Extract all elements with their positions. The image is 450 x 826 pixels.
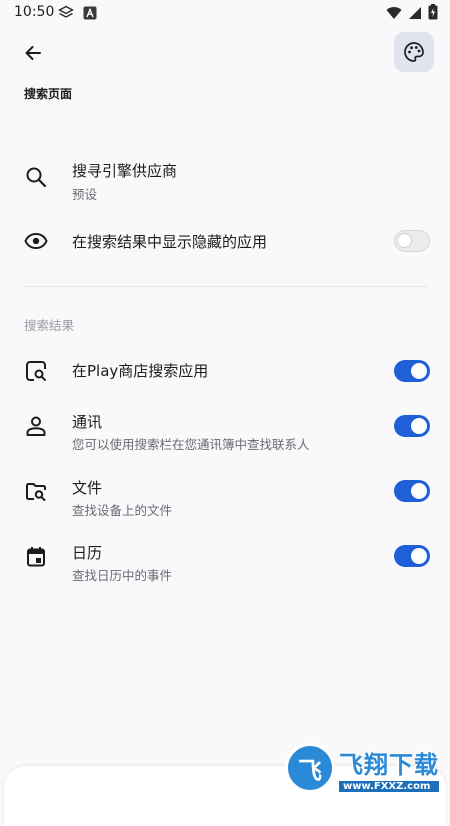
play-search-icon <box>24 359 48 383</box>
wifi-icon <box>386 5 402 24</box>
section-label-search-results: 搜索结果 <box>24 318 75 333</box>
switch-knob <box>411 418 427 434</box>
files-row[interactable]: 文件 查找设备上的文件 <box>0 470 450 522</box>
watermark-text: 飞翔下载 www.FXXZ.com <box>339 745 439 792</box>
signal-icon <box>408 5 422 24</box>
watermark-title: 飞翔下载 <box>339 750 439 779</box>
calendar-icon <box>24 545 48 569</box>
play-store-search-switch[interactable] <box>394 360 430 382</box>
switch-knob <box>411 363 427 379</box>
watermark-url: www.FXXZ.com <box>339 780 439 792</box>
contacts-title: 通讯 <box>72 413 103 431</box>
play-store-search-row[interactable]: 在Play商店搜索应用 <box>0 350 450 392</box>
battery-icon <box>428 4 438 24</box>
calendar-row[interactable]: 日历 查找日历中的事件 <box>0 535 450 587</box>
files-switch[interactable] <box>394 480 430 502</box>
switch-knob <box>411 483 427 499</box>
switch-knob <box>411 548 427 564</box>
palette-icon <box>404 42 424 62</box>
calendar-subtitle: 查找日历中的事件 <box>72 568 173 583</box>
files-title: 文件 <box>72 479 103 497</box>
show-hidden-apps-switch[interactable] <box>394 230 430 252</box>
status-bar: 10:50 <box>0 0 450 26</box>
play-store-search-title: 在Play商店搜索应用 <box>72 362 209 380</box>
files-subtitle: 查找设备上的文件 <box>72 503 173 518</box>
show-hidden-apps-title: 在搜索结果中显示隐藏的应用 <box>72 233 268 251</box>
calendar-title: 日历 <box>72 544 103 562</box>
arrow-back-icon <box>25 46 41 60</box>
contacts-row[interactable]: 通讯 您可以使用搜索栏在您通讯簿中查找联系人 <box>0 404 450 456</box>
contacts-switch[interactable] <box>394 415 430 437</box>
person-icon <box>24 414 48 438</box>
a-status-icon <box>83 5 97 24</box>
show-hidden-apps-row[interactable]: 在搜索结果中显示隐藏的应用 <box>0 222 450 262</box>
status-right-icons <box>386 4 438 24</box>
page-title: 搜索页面 <box>24 87 73 101</box>
eye-icon <box>24 229 48 253</box>
watermark: 飞 飞翔下载 www.FXXZ.com <box>285 742 445 794</box>
theme-palette-button[interactable] <box>394 32 434 72</box>
watermark-logo: 飞 <box>285 743 335 793</box>
back-button[interactable] <box>18 38 48 68</box>
search-icon <box>24 165 48 189</box>
contacts-subtitle: 您可以使用搜索栏在您通讯簿中查找联系人 <box>72 437 310 452</box>
search-engine-subtitle: 预设 <box>72 187 98 202</box>
divider <box>24 286 427 287</box>
calendar-switch[interactable] <box>394 545 430 567</box>
layers-status-icon <box>58 5 74 25</box>
folder-search-icon <box>24 480 48 504</box>
search-engine-title: 搜寻引擎供应商 <box>72 162 178 180</box>
status-time: 10:50 <box>14 4 55 20</box>
search-engine-row[interactable]: 搜寻引擎供应商 预设 <box>0 150 450 210</box>
switch-knob <box>398 234 411 247</box>
